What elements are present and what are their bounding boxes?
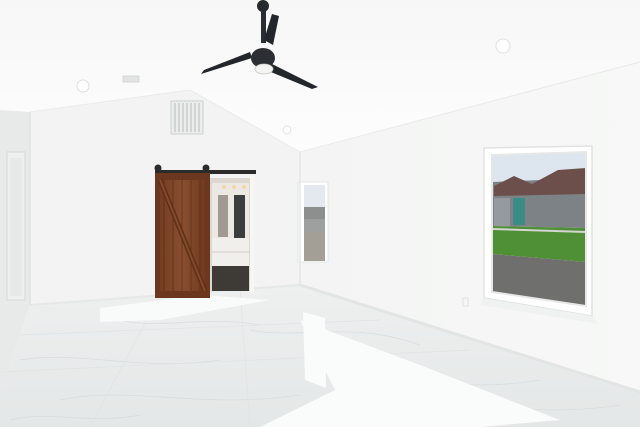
room-illustration [0,0,640,427]
left-doorway [6,151,26,301]
barn-door[interactable] [155,173,210,298]
room-photo [0,0,640,427]
ceiling-vent [122,75,140,83]
wall-outlet [462,297,469,307]
large-window [480,145,599,324]
wall-vent [170,100,204,135]
house-door [513,198,525,225]
bathroom-doorway [206,176,254,293]
small-window [297,181,329,263]
window-reflection [303,312,326,388]
